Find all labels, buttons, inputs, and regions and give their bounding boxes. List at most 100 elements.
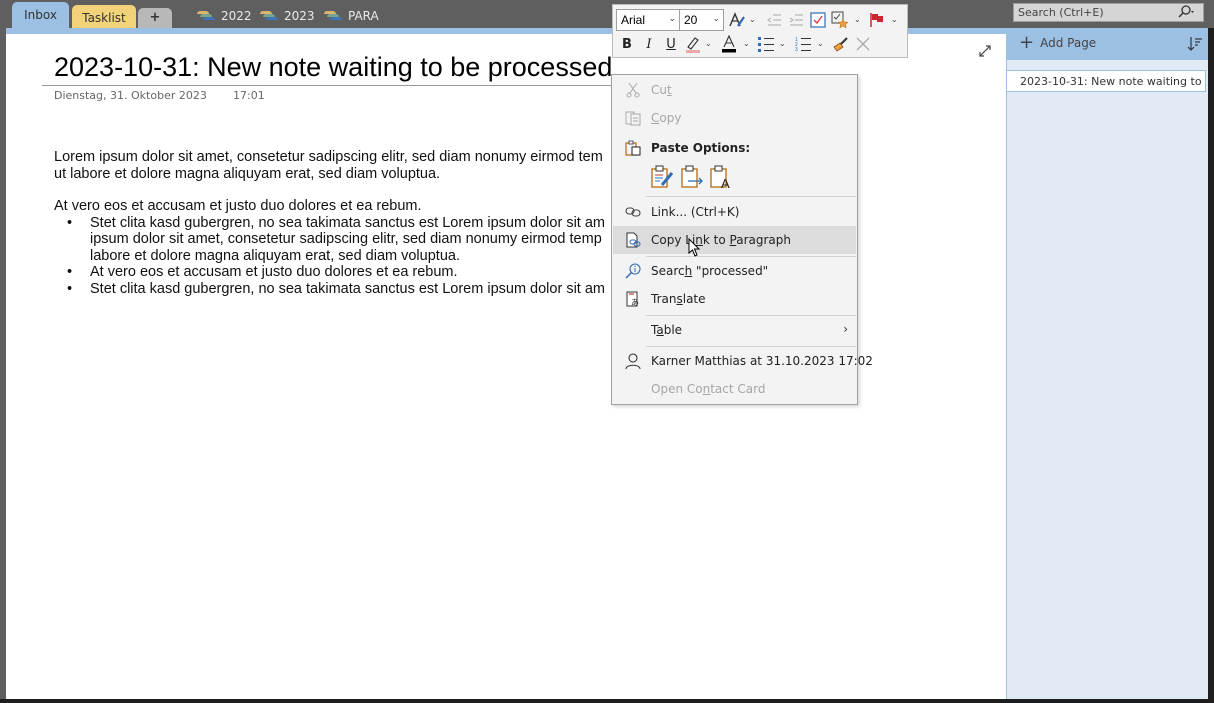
italic-button[interactable]: I [639,34,659,54]
tab-label: Tasklist [82,11,126,25]
note-content[interactable]: Lorem ipsum dolor sit amet, consetetur s… [54,149,614,297]
font-size-select[interactable]: 20 ⌄ [679,9,724,31]
increase-indent-button[interactable] [786,10,806,30]
flag-icon [870,13,883,27]
menu-item-copy[interactable]: Copy [613,104,856,132]
close-icon [856,37,870,51]
author-label: Karner Matthias at 31.10.2023 17:02 [651,354,873,368]
text-line: ipsum dolor sit amet, consetetur sadipsc… [90,231,602,247]
menu-separator [646,196,856,197]
decrease-indent-button[interactable] [764,10,784,30]
title-divider [42,85,612,86]
chevron-down-icon[interactable]: ⌄ [817,39,824,48]
highlighter-icon [686,37,700,53]
chevron-down-icon[interactable]: ⌄ [891,15,898,24]
text-line: labore et dolore magna aliquyam erat, se… [90,247,460,264]
tags-button[interactable] [830,10,850,30]
menu-item-translate[interactable]: あ Translate [613,285,856,313]
menu-item-label: Open Contact Card [651,382,766,396]
search-icon[interactable] [1177,5,1197,23]
chevron-down-icon[interactable]: ⌄ [779,39,786,48]
numbered-list-icon: 123 [795,37,811,52]
add-section-button[interactable]: + [138,8,172,28]
text-line: Stet clita kasd gubergren, no sea takima… [90,214,605,231]
clear-formatting-button[interactable] [853,34,873,54]
link-icon [625,207,641,217]
mini-toolbar: Arial ⌄ 20 ⌄ ⌄ ⌄ ⌄ B I U ⌄ ⌄ ⌄ 123 ⌄ [612,4,908,58]
tab-label: Inbox [24,8,57,22]
paintbrush-icon [833,37,848,52]
paragraph[interactable]: Lorem ipsum dolor sit amet, consetetur s… [54,149,614,182]
menu-item-label: Cut [651,83,672,97]
notebook-group-icon [324,11,342,21]
menu-item-label: Search "processed" [651,264,769,278]
bullet-list-icon [758,37,774,52]
paste-merge-formatting-button[interactable] [680,165,704,189]
highlight-button[interactable] [683,34,703,54]
underline-button[interactable]: U [661,34,681,54]
search-input[interactable]: Search (Ctrl+E) [1013,3,1204,22]
bold-button[interactable]: B [617,34,637,54]
page-list-panel: + Add Page 2023-10-31: New note waiting … [1006,28,1209,699]
page-time: 17:01 [233,89,265,102]
font-name-select[interactable]: Arial ⌄ [616,9,680,31]
notebook-group-para[interactable]: PARA [324,8,379,24]
bullet-item[interactable]: Stet clita kasd gubergren, no sea takima… [54,215,614,265]
menu-item-cut[interactable]: Cut [613,76,856,104]
menu-item-link[interactable]: Link... (Ctrl+K) [613,198,856,226]
tab-inbox[interactable]: Inbox [12,2,69,30]
numbering-button[interactable]: 123 [793,34,813,54]
notebook-group-label: 2022 [221,9,252,23]
paste-options-label: Paste Options: [651,141,751,155]
chevron-down-icon[interactable]: ⌄ [749,15,756,24]
chevron-down-icon[interactable]: ⌄ [743,39,750,48]
menu-item-table[interactable]: Table › [613,316,856,344]
paragraph[interactable]: At vero eos et accusam et justo duo dolo… [54,198,614,215]
todo-tag-button[interactable] [808,10,828,30]
format-painter-button[interactable] [831,34,851,54]
flag-button[interactable] [867,10,887,30]
chevron-down-icon[interactable]: ⌄ [705,39,712,48]
scissors-icon [626,82,640,98]
bullet-item[interactable]: Stet clita kasd gubergren, no sea takima… [54,281,614,298]
text-line: Lorem ipsum dolor sit amet, consetetur s… [54,149,603,165]
menu-item-search[interactable]: Search "processed" [613,257,856,285]
menu-item-label: Copy [651,111,682,125]
expand-icon[interactable] [978,44,992,61]
notebook-group-2022[interactable]: 2022 [197,8,252,24]
checkbox-icon [810,12,826,28]
text-style-icon [729,12,745,27]
chevron-down-icon: ⌄ [712,13,720,23]
font-name-value: Arial [621,13,646,27]
chevron-down-icon[interactable]: ⌄ [854,15,861,24]
notebook-group-label: 2023 [284,9,315,23]
svg-text:あ: あ [631,298,639,307]
paste-text-only-button[interactable]: A [709,165,733,191]
tab-tasklist[interactable]: Tasklist [72,5,136,30]
page-list-header: + Add Page [1007,28,1209,60]
bullet-item[interactable]: At vero eos et accusam et justo duo dolo… [54,264,614,281]
text-line: At vero eos et accusam et justo duo dolo… [90,264,458,280]
menu-item-author: Karner Matthias at 31.10.2023 17:02 [613,347,873,375]
menu-item-open-contact-card[interactable]: Open Contact Card [613,375,856,403]
page-list-item[interactable]: 2023-10-31: New note waiting to [1007,70,1206,92]
paste-text-only-icon: A [710,165,730,191]
page-title[interactable]: 2023-10-31: New note waiting to be proce… [54,52,612,83]
paste-options-header: Paste Options: [613,134,856,162]
styles-button[interactable] [727,10,747,30]
sort-icon[interactable] [1187,36,1203,52]
font-color-button[interactable] [719,34,739,54]
paste-keep-formatting-button[interactable] [650,165,674,189]
bullets-button[interactable] [756,34,776,54]
chevron-down-icon: ⌄ [668,13,676,23]
smart-lookup-icon [625,263,641,279]
plus-icon: + [149,10,161,25]
link-document-icon [626,232,641,248]
svg-text:A: A [721,176,730,189]
window-edge [0,699,1214,703]
add-page-button[interactable]: + Add Page [1019,34,1096,52]
notebook-group-2023[interactable]: 2023 [260,8,315,24]
increase-indent-icon [789,14,803,26]
window-edge [1208,28,1214,703]
menu-item-copy-link-to-paragraph[interactable]: Copy Link to Paragraph [613,226,856,254]
